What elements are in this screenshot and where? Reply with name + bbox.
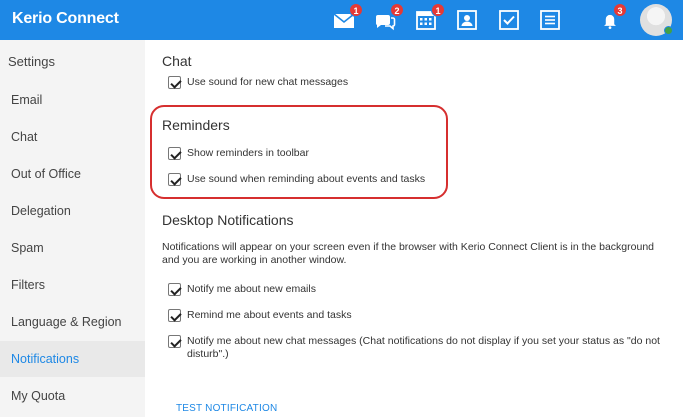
remind-events-tasks-label: Remind me about events and tasks: [187, 309, 352, 321]
sidebar-item-filters[interactable]: Filters: [0, 267, 145, 303]
chat-sound-checkbox[interactable]: [168, 76, 181, 89]
desktop-notifications-description: Notifications will appear on your screen…: [162, 241, 655, 266]
mail-badge: 1: [349, 3, 363, 17]
sidebar-item-chat[interactable]: Chat: [0, 119, 145, 155]
calendar-badge: 1: [431, 3, 445, 17]
chat-badge: 2: [390, 3, 404, 17]
tasks-icon[interactable]: [496, 7, 522, 33]
reminders-highlight-annotation: [150, 105, 448, 199]
sidebar-item-email[interactable]: Email: [0, 82, 145, 118]
chat-sound-option[interactable]: Use sound for new chat messages: [168, 76, 348, 89]
mail-icon[interactable]: 1: [331, 3, 363, 33]
sidebar-item-spam[interactable]: Spam: [0, 230, 145, 266]
desktop-notifications-title: Desktop Notifications: [162, 212, 294, 228]
notify-chat-messages-checkbox[interactable]: [168, 335, 181, 348]
notify-new-emails-checkbox[interactable]: [168, 283, 181, 296]
bell-icon[interactable]: 3: [599, 3, 627, 33]
contacts-icon[interactable]: [454, 7, 480, 33]
notify-new-emails-option[interactable]: Notify me about new emails: [168, 283, 316, 296]
chat-sound-label: Use sound for new chat messages: [187, 76, 349, 88]
online-status-dot: [664, 26, 673, 35]
top-bar: Kerio Connect 1 2 1 3: [0, 0, 683, 40]
notify-chat-messages-label: Notify me about new chat messages (Chat …: [187, 335, 660, 360]
sidebar-title: Settings: [8, 54, 55, 69]
bell-badge: 3: [613, 3, 627, 17]
app-title: Kerio Connect: [12, 10, 119, 27]
notes-icon[interactable]: [537, 7, 563, 33]
sidebar-item-notifications[interactable]: Notifications: [0, 341, 145, 377]
notify-chat-messages-option[interactable]: Notify me about new chat messages (Chat …: [168, 335, 673, 361]
remind-events-tasks-checkbox[interactable]: [168, 309, 181, 322]
sidebar-item-out-of-office[interactable]: Out of Office: [0, 156, 145, 192]
avatar[interactable]: [640, 4, 673, 36]
notify-new-emails-label: Notify me about new emails: [187, 283, 316, 295]
test-notification-button[interactable]: TEST NOTIFICATION: [176, 403, 277, 414]
sidebar-item-delegation[interactable]: Delegation: [0, 193, 145, 229]
sidebar-item-my-quota[interactable]: My Quota: [0, 378, 145, 414]
chat-icon[interactable]: 2: [372, 3, 404, 33]
settings-sidebar: Settings Email Chat Out of Office Delega…: [0, 40, 145, 417]
remind-events-tasks-option[interactable]: Remind me about events and tasks: [168, 309, 352, 322]
calendar-icon[interactable]: 1: [413, 3, 445, 33]
chat-section-title: Chat: [162, 53, 192, 69]
sidebar-item-language-region[interactable]: Language & Region: [0, 304, 145, 340]
